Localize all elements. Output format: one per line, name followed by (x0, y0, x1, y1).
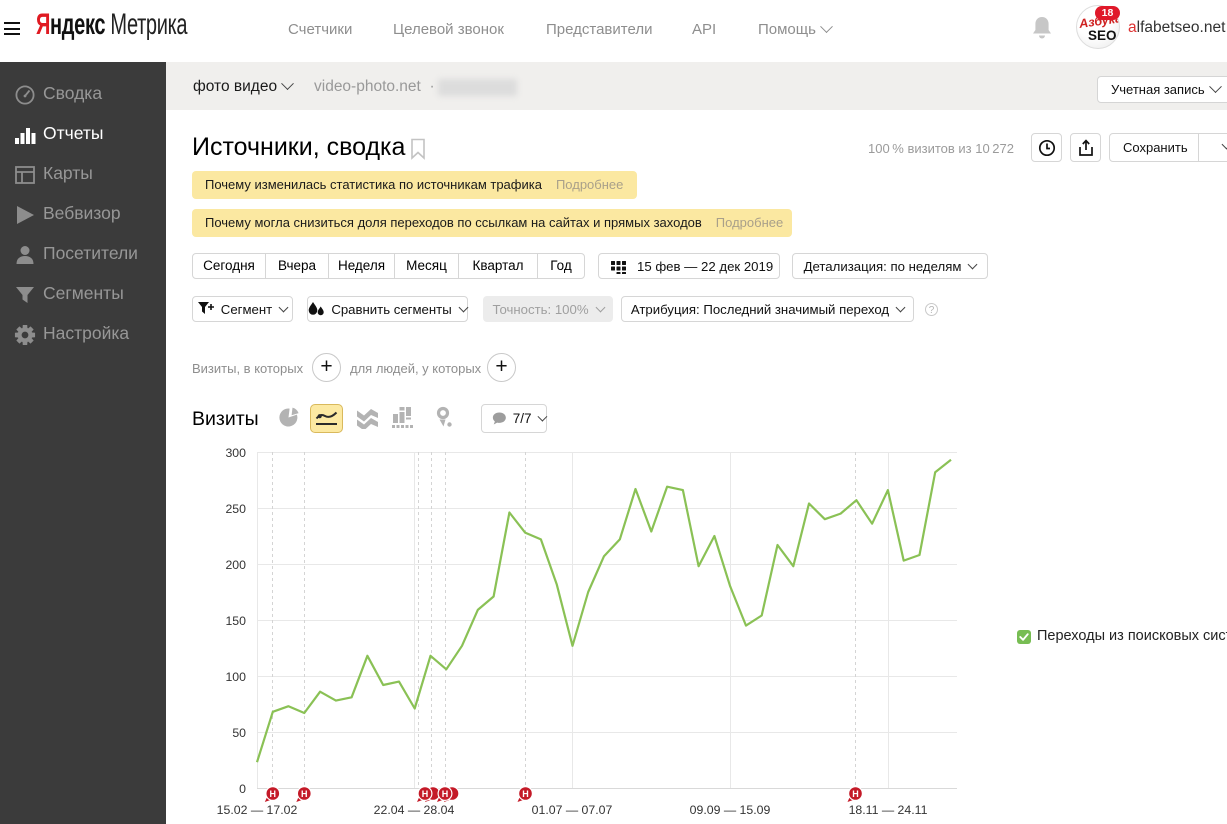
svg-text:Н: Н (301, 789, 308, 799)
svg-text:100: 100 (225, 670, 246, 684)
svg-text:15.02 — 17.02: 15.02 — 17.02 (217, 803, 298, 817)
svg-text:250: 250 (225, 502, 246, 516)
svg-text:Н: Н (270, 789, 277, 799)
svg-text:09.09 — 15.09: 09.09 — 15.09 (690, 803, 771, 817)
svg-text:01.07 — 07.07: 01.07 — 07.07 (532, 803, 613, 817)
svg-text:50: 50 (232, 726, 246, 740)
svg-text:Н: Н (422, 789, 429, 799)
svg-text:0: 0 (239, 782, 246, 796)
svg-text:Н: Н (852, 789, 859, 799)
svg-text:300: 300 (225, 446, 246, 460)
svg-text:18.11 — 24.11: 18.11 — 24.11 (849, 803, 928, 817)
svg-text:Н: Н (522, 789, 529, 799)
svg-text:150: 150 (225, 614, 246, 628)
svg-text:Н: Н (442, 789, 449, 799)
svg-text:22.04 — 28.04: 22.04 — 28.04 (374, 803, 455, 817)
svg-text:200: 200 (225, 558, 246, 572)
